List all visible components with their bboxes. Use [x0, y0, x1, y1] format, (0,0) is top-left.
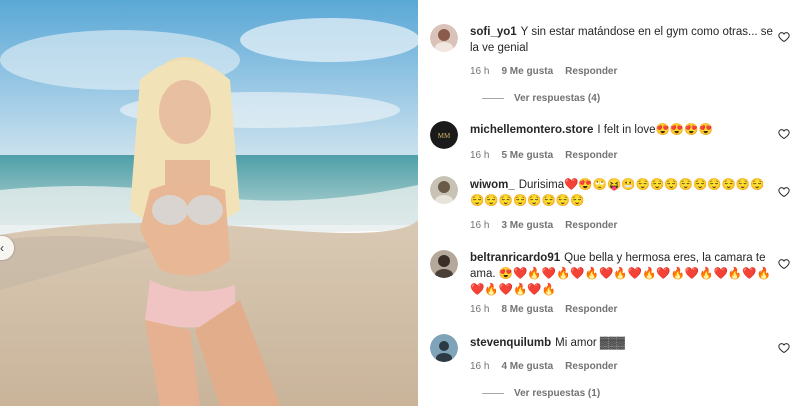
comment-text: I felt in love😍😍😍😍	[597, 124, 713, 136]
avatar[interactable]	[430, 176, 458, 204]
comment-likes[interactable]: 5 Me gusta	[501, 150, 553, 161]
heart-icon[interactable]	[778, 31, 790, 43]
avatar[interactable]	[430, 250, 458, 278]
comment-likes[interactable]: 4 Me gusta	[501, 361, 553, 372]
replies-divider	[482, 392, 504, 394]
comment-body: stevenquilumb Mi amor ▓▓▓	[470, 335, 775, 351]
reply-button[interactable]: Responder	[565, 361, 617, 372]
heart-icon[interactable]	[778, 186, 790, 198]
post-photo[interactable]: ‹	[0, 0, 418, 406]
reply-button[interactable]: Responder	[565, 66, 617, 77]
comment-body: beltranricardo91 Que bella y hermosa eres…	[470, 250, 775, 298]
comment-time: 16 h	[470, 304, 490, 315]
comment-text: Mi amor ▓▓▓	[555, 337, 626, 349]
comment-body: michellemontero.store I felt in love😍😍😍😍	[470, 122, 775, 138]
view-replies-button[interactable]: Ver respuestas (4)	[482, 93, 600, 104]
comment-likes[interactable]: 8 Me gusta	[501, 304, 553, 315]
chevron-left-icon: ‹	[0, 241, 4, 255]
comment-meta: 16 h 8 Me gusta Responder	[470, 304, 629, 315]
comment-time: 16 h	[470, 361, 490, 372]
comment-time: 16 h	[470, 66, 490, 77]
reply-button[interactable]: Responder	[565, 150, 617, 161]
comment-time: 16 h	[470, 220, 490, 231]
view-replies-button[interactable]: Ver respuestas (1)	[482, 388, 600, 399]
heart-icon[interactable]	[778, 128, 790, 140]
avatar[interactable]: MM	[430, 121, 458, 149]
post-photo-image	[0, 0, 418, 406]
avatar[interactable]	[430, 334, 458, 362]
comment-likes[interactable]: 9 Me gusta	[501, 66, 553, 77]
view-replies-label: Ver respuestas (1)	[514, 388, 601, 399]
comment-username[interactable]: beltranricardo91	[470, 252, 560, 264]
comment-likes[interactable]: 3 Me gusta	[501, 220, 553, 231]
comment-username[interactable]: stevenquilumb	[470, 337, 551, 349]
comment-time: 16 h	[470, 150, 490, 161]
view-replies-label: Ver respuestas (4)	[514, 93, 601, 104]
heart-icon[interactable]	[778, 258, 790, 270]
replies-divider	[482, 97, 504, 99]
heart-icon[interactable]	[778, 342, 790, 354]
comment-meta: 16 h 3 Me gusta Responder	[470, 220, 629, 231]
comment-username[interactable]: sofi_yo1	[470, 26, 517, 38]
comment-meta: 16 h 4 Me gusta Responder	[470, 361, 629, 372]
comment-meta: 16 h 5 Me gusta Responder	[470, 150, 629, 161]
comment-username[interactable]: michellemontero.store	[470, 124, 593, 136]
avatar[interactable]	[430, 24, 458, 52]
svg-text:MM: MM	[438, 132, 451, 140]
comment-body: wiwom_ Durisima❤️😍🙄😝😬😌😌😌😌😌😌😌😌😌😌😌😌😌😌😌😌😌	[470, 177, 775, 209]
reply-button[interactable]: Responder	[565, 304, 617, 315]
comments-panel: sofi_yo1 Y sin estar matándose en el gym …	[418, 0, 800, 406]
comment-body: sofi_yo1 Y sin estar matándose en el gym …	[470, 24, 775, 56]
comment-username[interactable]: wiwom_	[470, 179, 515, 191]
reply-button[interactable]: Responder	[565, 220, 617, 231]
comment-meta: 16 h 9 Me gusta Responder	[470, 66, 629, 77]
